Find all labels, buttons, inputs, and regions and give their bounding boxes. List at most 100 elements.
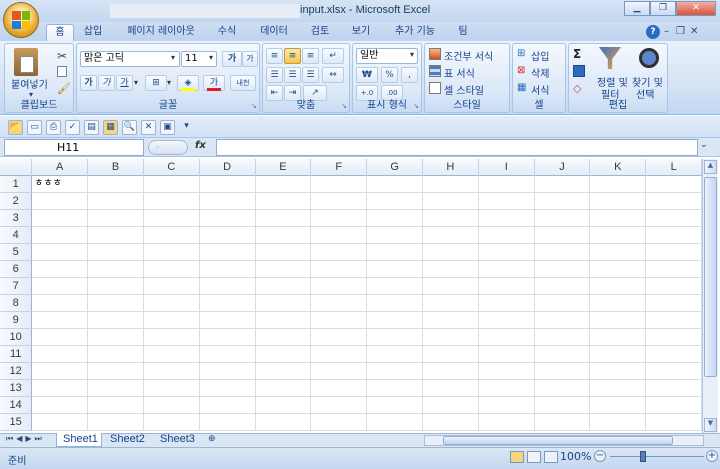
column-header-i[interactable]: I (479, 159, 535, 176)
row-header-5[interactable]: 5 (0, 244, 33, 261)
cell-j5[interactable] (534, 244, 591, 261)
sheet-nav-icons[interactable]: ⏮◀▶⏭ (6, 434, 45, 444)
cell-g9[interactable] (367, 312, 423, 329)
new-icon[interactable]: ▭ (27, 120, 42, 135)
cell-h3[interactable] (422, 210, 479, 227)
wrap-text-icon[interactable]: ↵ (322, 48, 344, 64)
cell-c1[interactable] (143, 176, 200, 193)
cell-j4[interactable] (534, 227, 591, 244)
cell-a12[interactable] (32, 363, 89, 380)
cell-h15[interactable] (422, 414, 479, 431)
cell-c2[interactable] (143, 193, 200, 210)
cell-g14[interactable] (367, 397, 423, 414)
sort-filter-icon[interactable] (599, 47, 621, 69)
cell-a3[interactable] (32, 210, 89, 227)
cell-g12[interactable] (367, 363, 423, 380)
worksheet-grid[interactable]: ABCDEFGHIJKL 1 ㅎㅎㅎ 2 3 4 5 6 7 8 9 10 11 12 13 14 15 (0, 159, 702, 433)
table-format-icon[interactable] (429, 65, 441, 77)
cell-d5[interactable] (199, 244, 256, 261)
grow-font-button[interactable]: 가 (222, 51, 242, 67)
shrink-font-button[interactable]: 가 (242, 51, 258, 67)
cell-a4[interactable] (32, 227, 89, 244)
row-header-12[interactable]: 12 (0, 363, 33, 380)
cell-h6[interactable] (422, 261, 479, 278)
expand-formula-bar-icon[interactable]: ⌄ (700, 140, 708, 150)
cell-c15[interactable] (143, 414, 200, 431)
column-header-k[interactable]: K (590, 159, 647, 176)
cell-f8[interactable] (311, 295, 368, 312)
align-top-icon[interactable]: ≡ (266, 48, 283, 64)
row-header-14[interactable]: 14 (0, 397, 33, 414)
row-header-10[interactable]: 10 (0, 329, 33, 346)
cell-l7[interactable] (646, 278, 702, 295)
cell-e10[interactable] (255, 329, 312, 346)
cell-i1[interactable] (478, 176, 535, 193)
print-preview-icon[interactable]: 🔍 (122, 120, 137, 135)
underline-button[interactable]: 가 (116, 75, 133, 91)
cell-a9[interactable] (32, 312, 89, 329)
customize-qat-icon[interactable]: ▾ (179, 120, 194, 135)
row-header-4[interactable]: 4 (0, 227, 33, 244)
office-button[interactable] (3, 2, 39, 38)
cell-f13[interactable] (311, 380, 368, 397)
cell-d4[interactable] (199, 227, 256, 244)
cell-j6[interactable] (534, 261, 591, 278)
cell-e11[interactable] (255, 346, 312, 363)
cell-b7[interactable] (88, 278, 144, 295)
cell-c9[interactable] (143, 312, 200, 329)
cell-a14[interactable] (32, 397, 89, 414)
cell-k2[interactable] (590, 193, 647, 210)
cell-a2[interactable] (32, 193, 89, 210)
cell-h13[interactable] (422, 380, 479, 397)
cell-f4[interactable] (311, 227, 368, 244)
cell-g11[interactable] (367, 346, 423, 363)
cell-i7[interactable] (478, 278, 535, 295)
page-view-icon[interactable]: ▤ (84, 120, 99, 135)
cell-a15[interactable] (32, 414, 89, 431)
cell-b1[interactable] (88, 176, 144, 193)
column-header-a[interactable]: A (32, 159, 89, 176)
align-left-icon[interactable]: ☰ (266, 67, 283, 83)
cell-d14[interactable] (199, 397, 256, 414)
cell-c10[interactable] (143, 329, 200, 346)
cell-f15[interactable] (311, 414, 368, 431)
cell-f7[interactable] (311, 278, 368, 295)
column-header-l[interactable]: L (646, 159, 702, 176)
cell-c11[interactable] (143, 346, 200, 363)
cell-h7[interactable] (422, 278, 479, 295)
cell-b3[interactable] (88, 210, 144, 227)
cell-b14[interactable] (88, 397, 144, 414)
column-header-h[interactable]: H (423, 159, 479, 176)
alignment-dialog-launcher-icon[interactable]: ↘ (341, 102, 347, 110)
zoom-in-icon[interactable]: + (706, 450, 718, 462)
new-sheet-icon[interactable]: ⊕ (208, 434, 226, 446)
row-header-11[interactable]: 11 (0, 346, 33, 363)
column-header-b[interactable]: B (88, 159, 144, 176)
formula-input[interactable] (216, 139, 698, 156)
cell-c7[interactable] (143, 278, 200, 295)
font-name-dropdown-icon[interactable]: ▾ (171, 53, 175, 62)
cell-e14[interactable] (255, 397, 312, 414)
cell-k3[interactable] (590, 210, 647, 227)
cell-d9[interactable] (199, 312, 256, 329)
cell-h10[interactable] (422, 329, 479, 346)
cell-k6[interactable] (590, 261, 647, 278)
close-button[interactable]: ✕ (676, 1, 716, 16)
cell-b11[interactable] (88, 346, 144, 363)
fill-icon[interactable] (573, 65, 585, 77)
cell-i2[interactable] (478, 193, 535, 210)
cell-b15[interactable] (88, 414, 144, 431)
cell-e9[interactable] (255, 312, 312, 329)
format-painter-icon[interactable]: 🖌 (57, 82, 71, 95)
row-header-15[interactable]: 15 (0, 414, 33, 431)
vertical-scroll-thumb[interactable] (704, 177, 717, 377)
namebox-dropdown-icon[interactable]: ◦ (148, 140, 188, 155)
insert-function-icon[interactable]: fx (195, 140, 206, 151)
cell-e12[interactable] (255, 363, 312, 380)
cell-l9[interactable] (646, 312, 702, 329)
cell-j3[interactable] (534, 210, 591, 227)
row-header-9[interactable]: 9 (0, 312, 33, 329)
cell-d8[interactable] (199, 295, 256, 312)
cell-e15[interactable] (255, 414, 312, 431)
font-name-select[interactable]: 맑은 고딕 (80, 51, 180, 67)
